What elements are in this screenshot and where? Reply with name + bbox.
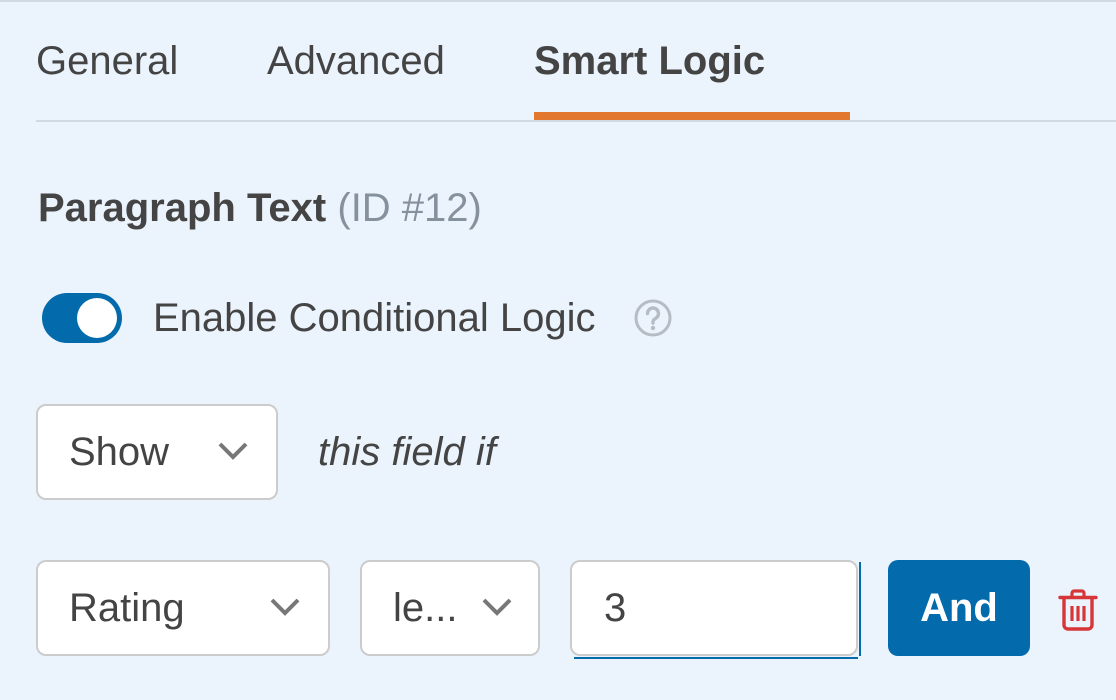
field-id: (ID #12) (337, 186, 482, 230)
rule-field-value: Rating (69, 586, 185, 630)
input-focus-indicator (859, 562, 861, 656)
input-focus-indicator (574, 657, 858, 659)
and-button[interactable]: And (888, 560, 1030, 656)
trash-icon[interactable] (1058, 588, 1098, 632)
tab-advanced[interactable]: Advanced (267, 36, 445, 86)
chevron-down-icon (482, 598, 512, 616)
active-tab-indicator (534, 112, 850, 120)
rule-value-input[interactable] (570, 560, 858, 656)
rule-field-select[interactable]: Rating (36, 560, 330, 656)
rule-operator-select[interactable]: le... (360, 560, 540, 656)
chevron-down-icon (218, 442, 248, 460)
tab-smart-logic[interactable]: Smart Logic (534, 36, 765, 86)
field-title: Paragraph Text (ID #12) (38, 183, 482, 233)
chevron-down-icon (270, 598, 300, 616)
action-select[interactable]: Show (36, 404, 278, 500)
toggle-knob (77, 298, 117, 338)
conditional-logic-toggle[interactable] (42, 293, 122, 343)
question-circle-icon[interactable] (633, 298, 673, 338)
conditional-logic-label: Enable Conditional Logic (153, 296, 596, 340)
rule-operator-value: le... (393, 586, 458, 630)
tab-general[interactable]: General (36, 36, 178, 86)
action-suffix-text: this field if (318, 430, 496, 474)
field-name: Paragraph Text (38, 186, 327, 230)
action-select-value: Show (69, 430, 170, 474)
